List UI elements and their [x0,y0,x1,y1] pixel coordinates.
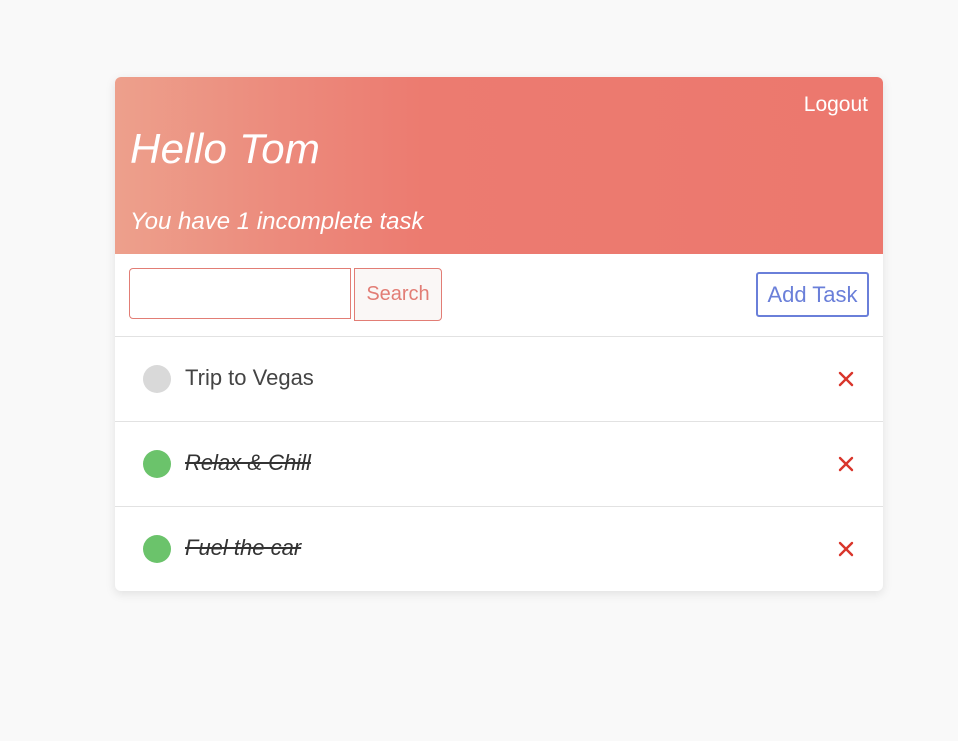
task-item: Relax & Chill [115,422,883,507]
search-input[interactable] [129,268,351,319]
incomplete-count-text: You have 1 incomplete task [130,208,424,235]
task-label: Fuel the car [185,535,302,560]
task-list: Trip to Vegas Relax & Chill Fuel the car [115,337,883,591]
todo-card: Logout Hello Tom You have 1 incomplete t… [115,77,883,591]
close-icon[interactable] [835,538,857,560]
search-button[interactable]: Search [354,268,442,321]
close-icon[interactable] [835,368,857,390]
task-status-toggle[interactable] [143,535,171,563]
task-status-toggle[interactable] [143,450,171,478]
header-banner: Logout Hello Tom You have 1 incomplete t… [115,77,883,254]
task-status-toggle[interactable] [143,365,171,393]
task-item: Fuel the car [115,507,883,591]
toolbar: Search Add Task [115,254,883,337]
task-label: Relax & Chill [185,450,311,475]
close-icon[interactable] [835,453,857,475]
add-task-button[interactable]: Add Task [756,272,869,317]
greeting-title: Hello Tom [130,125,321,172]
task-item: Trip to Vegas [115,337,883,422]
logout-link[interactable]: Logout [804,93,868,117]
task-label: Trip to Vegas [185,365,314,390]
